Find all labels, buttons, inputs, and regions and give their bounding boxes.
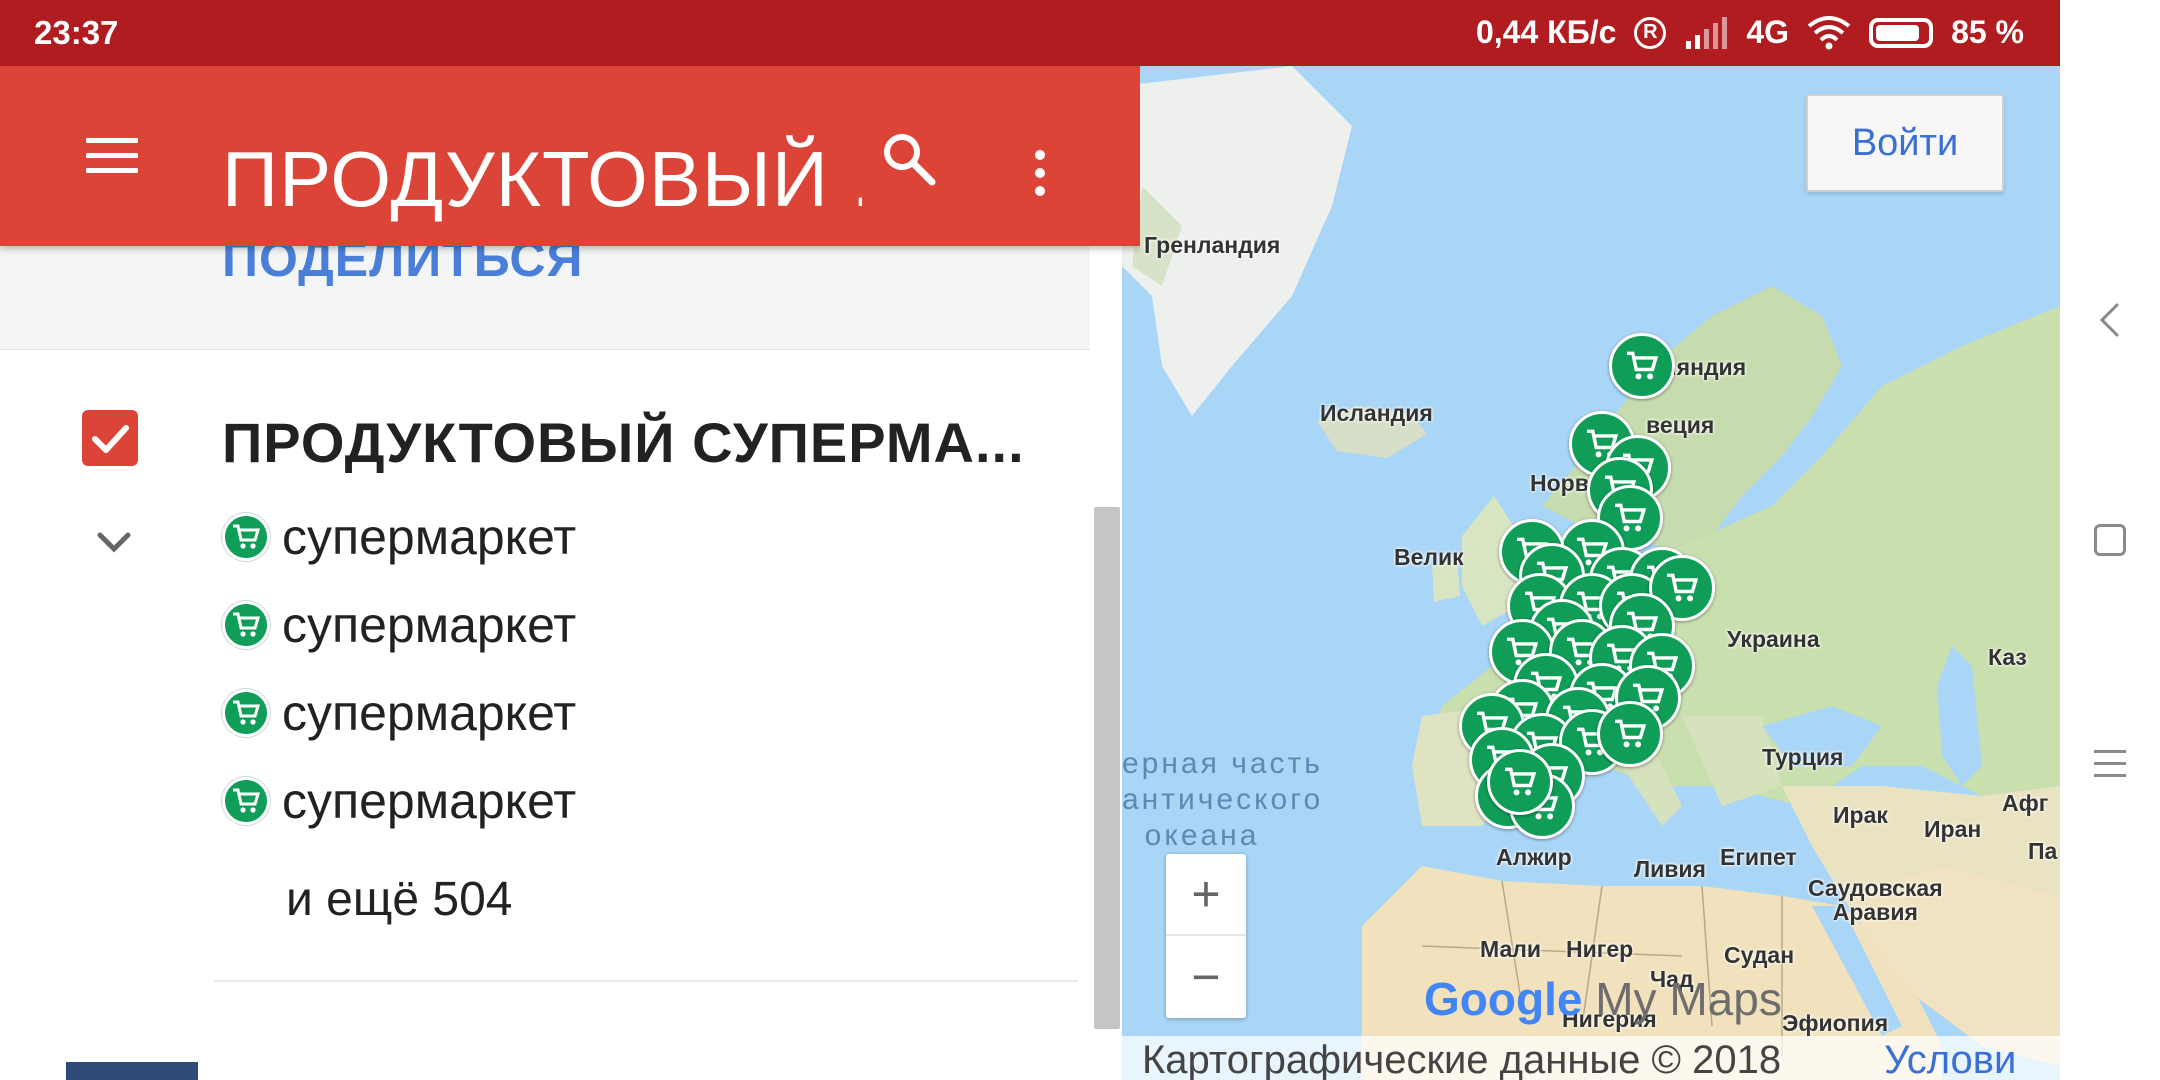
system-nav-bar [2060, 0, 2160, 1080]
map-label: Мали [1480, 936, 1541, 962]
legend-item[interactable]: супермаркет [222, 678, 576, 748]
legend-item-label: супермаркет [282, 685, 577, 741]
legend-item[interactable]: супермаркет [222, 502, 576, 572]
share-section: ПОДЕЛИТЬСЯ [0, 231, 1090, 350]
map-label: Исландия [1320, 400, 1433, 426]
more-vert-icon[interactable] [1030, 150, 1050, 210]
ocean-label: ерная часть антического океана [1122, 747, 1324, 852]
terms-link[interactable]: Услови [1884, 1038, 2016, 1080]
map-label: Саудовская Аравия [1808, 875, 1943, 925]
scrollbar[interactable] [1094, 507, 1120, 1029]
cart-icon [222, 777, 270, 825]
zoom-out-button[interactable]: − [1166, 936, 1246, 1018]
google-mymaps-logo: Google My Maps [1424, 973, 1782, 1025]
legend-item-label: супермаркет [282, 773, 577, 829]
cart-icon [222, 601, 270, 649]
map-title: ПРОДУКТОВЫЙ ... [222, 135, 862, 223]
layer-checkbox[interactable] [82, 410, 138, 466]
map-label: Иран [1924, 816, 1982, 842]
signal-icon [1684, 16, 1728, 49]
wifi-icon [1807, 15, 1851, 50]
map-label: Алжир [1496, 844, 1572, 870]
back-icon[interactable] [2098, 300, 2122, 340]
map-label: Норв [1530, 470, 1589, 496]
map-label: Афг [2002, 790, 2049, 816]
status-icons: 0,44 КБ/с R 4G 85 % [1476, 14, 2024, 51]
store-marker[interactable] [1597, 701, 1663, 767]
map-label: Ирак [1833, 802, 1888, 828]
network-type: 4G [1746, 14, 1790, 50]
store-marker[interactable] [1487, 749, 1553, 815]
store-marker[interactable] [1609, 333, 1675, 399]
sign-in-button[interactable]: Войти [1806, 94, 2004, 192]
network-speed: 0,44 КБ/с [1475, 14, 1617, 50]
search-icon[interactable] [880, 130, 940, 190]
recents-icon[interactable] [2094, 750, 2126, 786]
map-label: веция [1646, 412, 1715, 438]
roaming-icon: R [1634, 16, 1667, 49]
zoom-control: + − [1166, 854, 1246, 1018]
map-label: Украина [1727, 626, 1820, 652]
map-label: Судан [1724, 942, 1795, 968]
battery-percent: 85 % [1951, 14, 2024, 50]
menu-icon[interactable] [86, 138, 138, 178]
chevron-down-icon[interactable] [94, 530, 134, 554]
zoom-in-button[interactable]: + [1166, 854, 1246, 936]
map-label: Турция [1762, 744, 1844, 770]
map-label: Па [2028, 838, 2058, 864]
legend-panel: ПРОДУКТОВЫЙ ... ПОДЕЛИТЬСЯ ПРОДУКТОВЫЙ С… [0, 66, 1140, 1080]
layer-title[interactable]: ПРОДУКТОВЫЙ СУПЕРМА... [222, 410, 1025, 475]
app-bar: ПРОДУКТОВЫЙ ... [0, 66, 1140, 246]
battery-icon [1869, 17, 1934, 48]
legend-item[interactable]: супермаркет [222, 590, 576, 660]
map-attribution: Картографические данные © 2018 [1142, 1038, 1782, 1080]
status-bar: 23:37 0,44 КБ/с R 4G 85 % [0, 0, 2060, 66]
map-label: Египет [1720, 844, 1797, 870]
status-time: 23:37 [34, 14, 119, 51]
cart-icon [222, 689, 270, 737]
map-label: Каз [1988, 644, 2027, 670]
map-label: Нигер [1566, 936, 1634, 962]
cart-icon [222, 513, 270, 561]
map-view[interactable]: Войти Гренландия Исландия инляндия веция… [1122, 66, 2060, 1080]
legend-item[interactable]: супермаркет [222, 766, 576, 836]
map-label: Велик [1394, 544, 1464, 570]
map-label: Ливия [1634, 856, 1706, 882]
more-items-link[interactable]: и ещё 504 [286, 872, 512, 927]
map-label: Гренландия [1144, 232, 1281, 258]
legend-item-label: супермаркет [282, 509, 577, 565]
legend-item-label: супермаркет [282, 597, 577, 653]
attribution-bar: Картографические данные © 2018 Услови [1122, 1036, 2060, 1080]
map-label: Эфиопия [1782, 1010, 1889, 1036]
home-icon[interactable] [2094, 524, 2126, 556]
divider [214, 980, 1078, 982]
next-item-thumbnail[interactable] [66, 1062, 198, 1080]
